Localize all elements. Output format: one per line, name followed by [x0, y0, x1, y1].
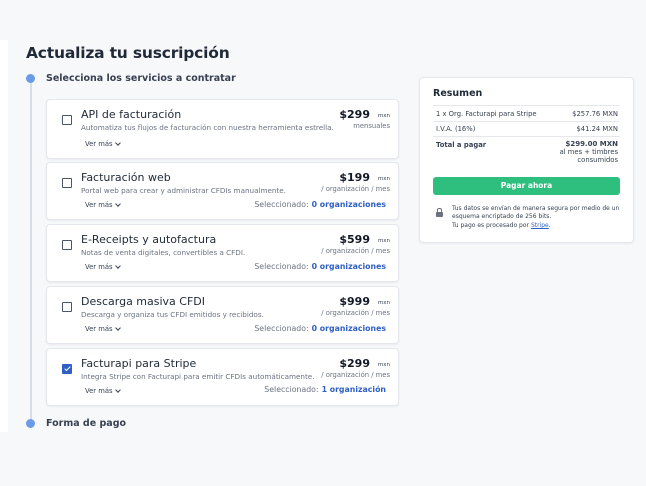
- price-period: / organización / mes: [321, 247, 390, 255]
- total-note-consumption: consumidos: [577, 156, 618, 164]
- step-label-services: Selecciona los servicios a contratar: [46, 73, 236, 84]
- service-checkbox[interactable]: [62, 302, 72, 312]
- payment-processor-notice: Tu pago es procesado por Stripe.: [452, 222, 551, 229]
- selected-count[interactable]: 1 organización: [322, 385, 386, 394]
- ver-mas-toggle[interactable]: Ver más: [85, 386, 121, 395]
- ver-mas-label: Ver más: [85, 387, 113, 395]
- ver-mas-label: Ver más: [85, 263, 113, 271]
- service-description: Notas de venta digitales, convertibles a…: [81, 248, 246, 257]
- ver-mas-toggle[interactable]: Ver más: [85, 324, 121, 333]
- service-checkbox[interactable]: [62, 115, 72, 125]
- price-currency: mxn: [377, 300, 390, 306]
- service-card-e-receipts: E-Receipts y autofactura Notas de venta …: [46, 224, 399, 282]
- selected-organizations[interactable]: Seleccionado: 1 organización: [264, 385, 386, 394]
- summary-title: Resumen: [433, 88, 483, 99]
- price-currency: mxn: [377, 362, 390, 368]
- chevron-down-icon: [114, 262, 121, 269]
- total-amount: $299.00 MXN: [565, 140, 618, 148]
- ver-mas-toggle[interactable]: Ver más: [85, 200, 121, 209]
- processor-suffix: .: [548, 222, 551, 229]
- price-period: / organización / mes: [321, 185, 390, 193]
- service-checkbox[interactable]: [62, 240, 72, 250]
- service-name: Facturación web: [81, 171, 171, 184]
- price-period: / organización / mes: [321, 371, 390, 379]
- service-card-facturapi-stripe: Facturapi para Stripe Integra Stripe con…: [46, 348, 399, 406]
- selected-label: Seleccionado:: [254, 200, 309, 209]
- left-panel-edge: [0, 40, 8, 432]
- service-price: $299: [339, 357, 370, 370]
- selected-count[interactable]: 0 organizaciones: [312, 262, 386, 271]
- chevron-down-icon: [114, 386, 121, 393]
- tax-label: I.V.A. (16%): [436, 125, 476, 133]
- security-notice: Tus datos se envían de manera segura por…: [452, 205, 620, 220]
- summary-divider: [433, 121, 620, 122]
- line-item-label: 1 x Org. Facturapi para Stripe: [436, 110, 537, 118]
- service-card-facturacion-web: Facturación web Portal web para crear y …: [46, 162, 399, 220]
- step-timeline: [30, 82, 32, 422]
- selected-count[interactable]: 0 organizaciones: [312, 324, 386, 333]
- price-currency: mxn: [377, 113, 390, 119]
- total-label: Total a pagar: [436, 141, 487, 149]
- service-checkbox-checked[interactable]: [62, 364, 72, 374]
- processed-by-text: Tu pago es procesado por: [452, 222, 530, 229]
- summary-divider: [433, 105, 620, 106]
- service-price: $199: [339, 171, 370, 184]
- service-name: Facturapi para Stripe: [81, 357, 197, 370]
- selected-label: Seleccionado:: [254, 324, 309, 333]
- service-name: API de facturación: [81, 108, 182, 121]
- selected-label: Seleccionado:: [264, 385, 319, 394]
- service-checkbox[interactable]: [62, 178, 72, 188]
- service-price: $999: [339, 295, 370, 308]
- selected-count[interactable]: 0 organizaciones: [312, 200, 386, 209]
- price-period: / organización / mes: [321, 309, 390, 317]
- lock-icon: [436, 208, 443, 217]
- service-card-descarga-masiva: Descarga masiva CFDI Descarga y organiza…: [46, 286, 399, 344]
- pay-now-button[interactable]: Pagar ahora: [433, 177, 620, 195]
- price-currency: mxn: [377, 238, 390, 244]
- summary-divider: [433, 136, 620, 137]
- price-period: mensuales: [353, 122, 390, 130]
- service-description: Automatiza tus flujos de facturación con…: [81, 123, 334, 132]
- selected-organizations[interactable]: Seleccionado: 0 organizaciones: [254, 200, 386, 209]
- service-name: E-Receipts y autofactura: [81, 233, 217, 246]
- service-price: $299: [339, 108, 370, 121]
- selected-organizations[interactable]: Seleccionado: 0 organizaciones: [254, 324, 386, 333]
- ver-mas-label: Ver más: [85, 201, 113, 209]
- total-note-period: al mes + timbres: [559, 148, 618, 156]
- service-card-api-facturacion: API de facturación Automatiza tus flujos…: [46, 99, 399, 159]
- service-price: $599: [339, 233, 370, 246]
- service-description: Descarga y organiza tus CFDI emitidos y …: [81, 310, 264, 319]
- step-dot-services: [26, 74, 35, 83]
- chevron-down-icon: [114, 139, 121, 146]
- page-title: Actualiza tu suscripción: [26, 44, 230, 62]
- chevron-down-icon: [114, 324, 121, 331]
- step-dot-payment: [26, 419, 35, 428]
- summary-panel: Resumen 1 x Org. Facturapi para Stripe $…: [419, 77, 634, 243]
- stripe-link[interactable]: Stripe: [531, 222, 549, 229]
- selected-label: Seleccionado:: [254, 262, 309, 271]
- service-name: Descarga masiva CFDI: [81, 295, 206, 308]
- ver-mas-toggle[interactable]: Ver más: [85, 262, 121, 271]
- selected-organizations[interactable]: Seleccionado: 0 organizaciones: [254, 262, 386, 271]
- tax-amount: $41.24 MXN: [576, 125, 618, 133]
- service-description: Integra Stripe con Facturapi para emitir…: [81, 372, 315, 381]
- step-label-payment: Forma de pago: [46, 418, 127, 429]
- ver-mas-label: Ver más: [85, 325, 113, 333]
- ver-mas-toggle[interactable]: Ver más: [85, 139, 121, 148]
- chevron-down-icon: [114, 200, 121, 207]
- price-currency: mxn: [377, 176, 390, 182]
- service-description: Portal web para crear y administrar CFDI…: [81, 186, 286, 195]
- line-item-amount: $257.76 MXN: [572, 110, 618, 118]
- ver-mas-label: Ver más: [85, 140, 113, 148]
